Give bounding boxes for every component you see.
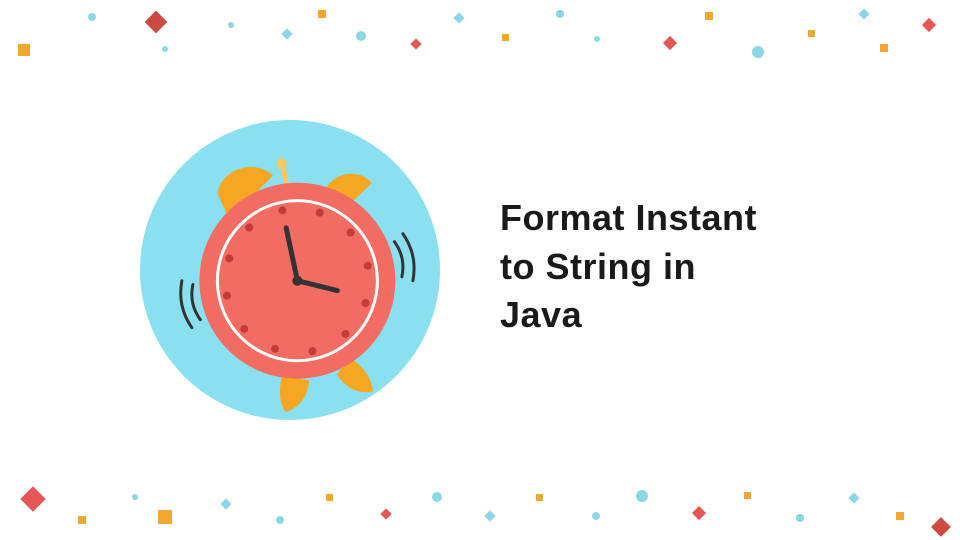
- confetti-diamond: [484, 510, 495, 521]
- confetti-diamond: [858, 8, 869, 19]
- title-line-1: Format Instant: [500, 194, 757, 243]
- confetti-circle: [636, 490, 648, 502]
- confetti-circle: [132, 494, 138, 500]
- confetti-square: [705, 12, 713, 20]
- confetti-diamond: [663, 36, 677, 50]
- confetti-square: [18, 44, 30, 56]
- confetti-circle: [356, 31, 366, 41]
- title-line-3: Java: [500, 291, 757, 340]
- confetti-diamond: [20, 486, 45, 511]
- confetti-diamond: [145, 11, 168, 34]
- alarm-clock-illustration: [130, 110, 450, 430]
- confetti-diamond: [220, 498, 231, 509]
- confetti-diamond: [931, 517, 951, 537]
- confetti-square: [318, 10, 326, 18]
- confetti-circle: [594, 36, 600, 42]
- confetti-diamond: [692, 506, 706, 520]
- confetti-circle: [276, 516, 284, 524]
- confetti-diamond: [410, 38, 421, 49]
- confetti-circle: [752, 46, 764, 58]
- confetti-circle: [592, 512, 600, 520]
- confetti-square: [536, 494, 543, 501]
- alarm-clock-svg: [130, 110, 450, 430]
- confetti-square: [744, 492, 751, 499]
- confetti-square: [896, 512, 904, 520]
- confetti-circle: [88, 13, 96, 21]
- confetti-square: [502, 34, 509, 41]
- confetti-diamond: [380, 508, 391, 519]
- confetti-diamond: [453, 12, 464, 23]
- confetti-circle: [228, 22, 234, 28]
- confetti-circle: [796, 514, 804, 522]
- confetti-diamond: [848, 492, 859, 503]
- confetti-circle: [556, 10, 564, 18]
- confetti-square: [326, 494, 333, 501]
- confetti-square: [78, 516, 86, 524]
- confetti-diamond: [281, 28, 292, 39]
- confetti-circle: [432, 492, 442, 502]
- confetti-circle: [162, 46, 168, 52]
- graphic-canvas: Format Instant to String in Java: [0, 0, 960, 540]
- title-line-2: to String in: [500, 243, 757, 292]
- title-heading: Format Instant to String in Java: [500, 194, 757, 340]
- confetti-square: [808, 30, 815, 37]
- confetti-square: [158, 510, 172, 524]
- confetti-square: [880, 44, 888, 52]
- confetti-diamond: [922, 18, 936, 32]
